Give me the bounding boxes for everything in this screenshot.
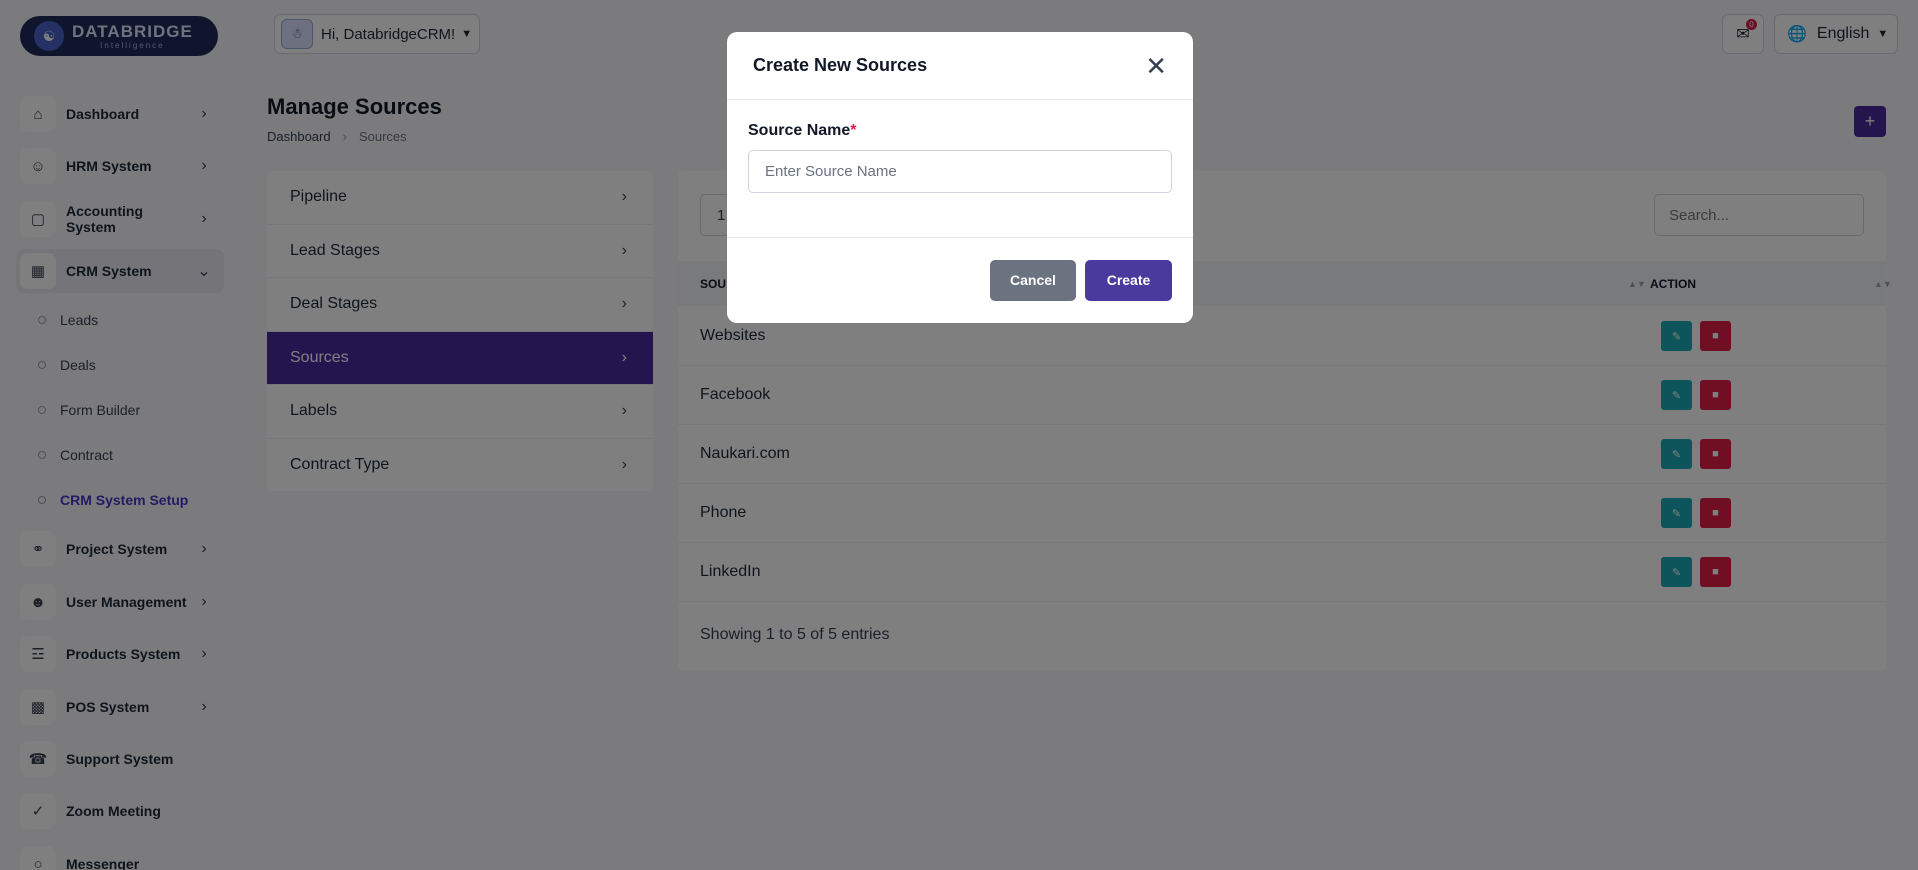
create-source-modal: Create New Sources ✕ Source Name* Cancel… — [727, 32, 1193, 323]
required-mark: * — [850, 122, 857, 139]
modal-title: Create New Sources — [753, 55, 928, 75]
cancel-button[interactable]: Cancel — [990, 259, 1076, 301]
source-name-label-text: Source Name — [748, 122, 851, 139]
source-name-input[interactable] — [748, 150, 1172, 193]
create-button[interactable]: Create — [1085, 259, 1172, 301]
source-name-label: Source Name* — [748, 122, 1172, 140]
close-icon[interactable]: ✕ — [1145, 53, 1167, 79]
